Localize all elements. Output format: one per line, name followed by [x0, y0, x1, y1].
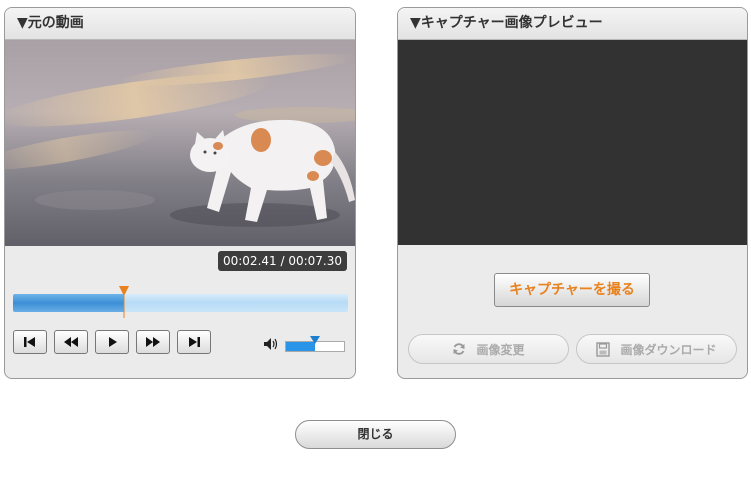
- play-icon: [109, 337, 117, 347]
- time-display: 00:02.41 / 00:07.30: [217, 251, 347, 271]
- volume-slider[interactable]: [285, 336, 345, 352]
- refresh-icon: [453, 343, 465, 355]
- video-frame[interactable]: [5, 40, 355, 246]
- volume-handle[interactable]: [310, 336, 320, 344]
- skip-to-end-icon: [189, 337, 200, 347]
- fast-forward-icon: [146, 337, 160, 347]
- seek-bar-progress: [13, 294, 124, 312]
- change-image-button[interactable]: 画像変更: [408, 334, 569, 364]
- seek-handle[interactable]: [118, 286, 129, 318]
- source-video-title: ▼元の動画: [5, 8, 355, 40]
- video-frame-image: [5, 40, 355, 246]
- change-image-label: 画像変更: [476, 342, 525, 357]
- skip-to-start-icon: [24, 337, 35, 347]
- rewind-icon: [64, 337, 78, 347]
- play-button[interactable]: [95, 330, 129, 354]
- fast-forward-button[interactable]: [136, 330, 170, 354]
- capture-preview-panel: ▼キャプチャー画像プレビュー キャプチャーを撮る 画像変更 画像ダウンロード: [397, 7, 748, 379]
- skip-to-start-button[interactable]: [13, 330, 47, 354]
- volume-icon: [264, 338, 278, 350]
- rewind-button[interactable]: [54, 330, 88, 354]
- floppy-disk-icon: [596, 341, 611, 357]
- seek-bar[interactable]: [13, 286, 348, 318]
- capture-preview-area: [398, 40, 747, 245]
- close-button[interactable]: 閉じる: [295, 420, 456, 449]
- skip-to-end-button[interactable]: [177, 330, 211, 354]
- source-video-panel: ▼元の動画 00:02.41 / 00:07.30: [4, 7, 356, 379]
- download-image-label: 画像ダウンロード: [620, 342, 717, 357]
- capture-preview-title: ▼キャプチャー画像プレビュー: [398, 8, 747, 40]
- download-image-button[interactable]: 画像ダウンロード: [576, 334, 737, 364]
- capture-button[interactable]: キャプチャーを撮る: [494, 273, 650, 307]
